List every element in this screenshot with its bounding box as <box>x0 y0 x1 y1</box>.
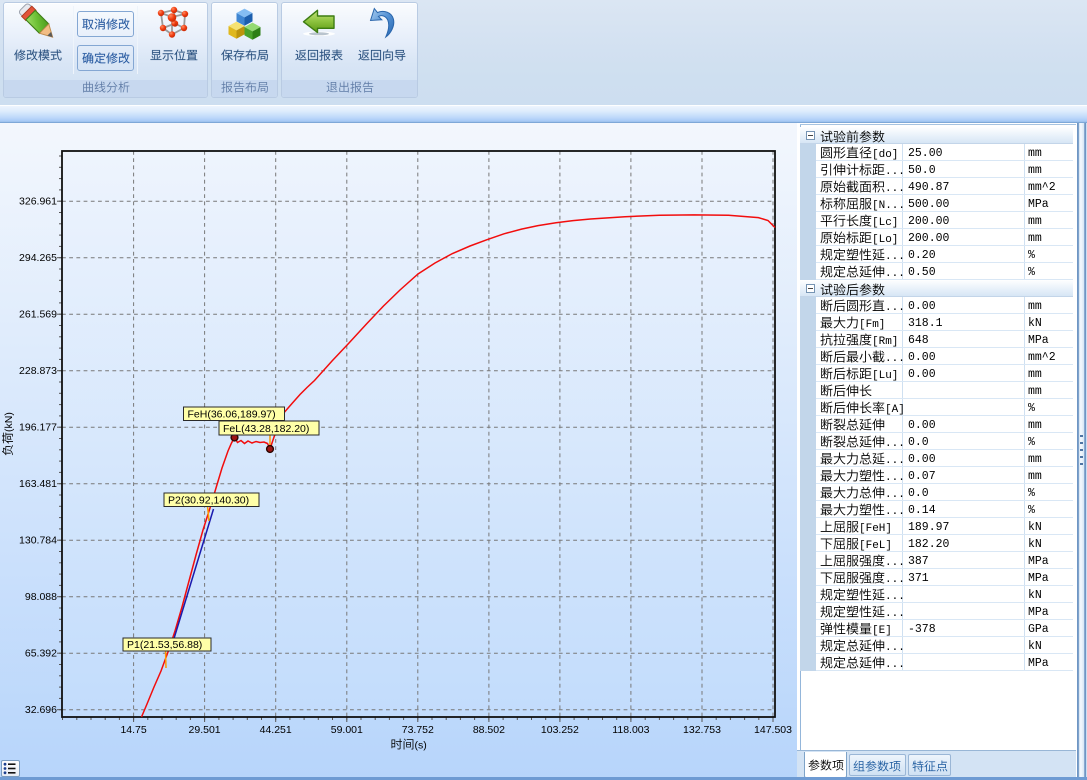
svg-text:147.503: 147.503 <box>754 724 792 736</box>
svg-text:P1(21.53,56.88): P1(21.53,56.88) <box>127 639 202 651</box>
svg-text:P2(30.92,140.30): P2(30.92,140.30) <box>168 494 249 506</box>
svg-text:326.961: 326.961 <box>19 196 57 208</box>
svg-text:294.265: 294.265 <box>19 252 57 264</box>
svg-text:59.001: 59.001 <box>331 724 363 736</box>
svg-text:FeL(43.28,182.20): FeL(43.28,182.20) <box>223 423 309 435</box>
svg-text:44.251: 44.251 <box>260 724 292 736</box>
svg-text:196.177: 196.177 <box>19 422 57 434</box>
svg-text:88.502: 88.502 <box>473 724 505 736</box>
svg-text:(s): (s) <box>415 740 427 752</box>
svg-text:32.696: 32.696 <box>25 704 57 716</box>
svg-text:228.873: 228.873 <box>19 365 57 377</box>
svg-text:73.752: 73.752 <box>402 724 434 736</box>
svg-text:130.784: 130.784 <box>19 535 57 547</box>
svg-text:14.75: 14.75 <box>120 724 146 736</box>
svg-text:(kN): (kN) <box>3 412 15 432</box>
svg-text:98.088: 98.088 <box>25 591 57 603</box>
svg-text:FeH(36.06,189.97): FeH(36.06,189.97) <box>188 408 276 420</box>
svg-text:29.501: 29.501 <box>189 724 221 736</box>
svg-text:118.003: 118.003 <box>612 724 649 736</box>
svg-text:163.481: 163.481 <box>19 478 57 490</box>
svg-text:103.252: 103.252 <box>541 724 579 736</box>
svg-text:65.392: 65.392 <box>25 648 57 660</box>
svg-text:261.569: 261.569 <box>19 309 57 321</box>
svg-text:132.753: 132.753 <box>683 724 721 736</box>
